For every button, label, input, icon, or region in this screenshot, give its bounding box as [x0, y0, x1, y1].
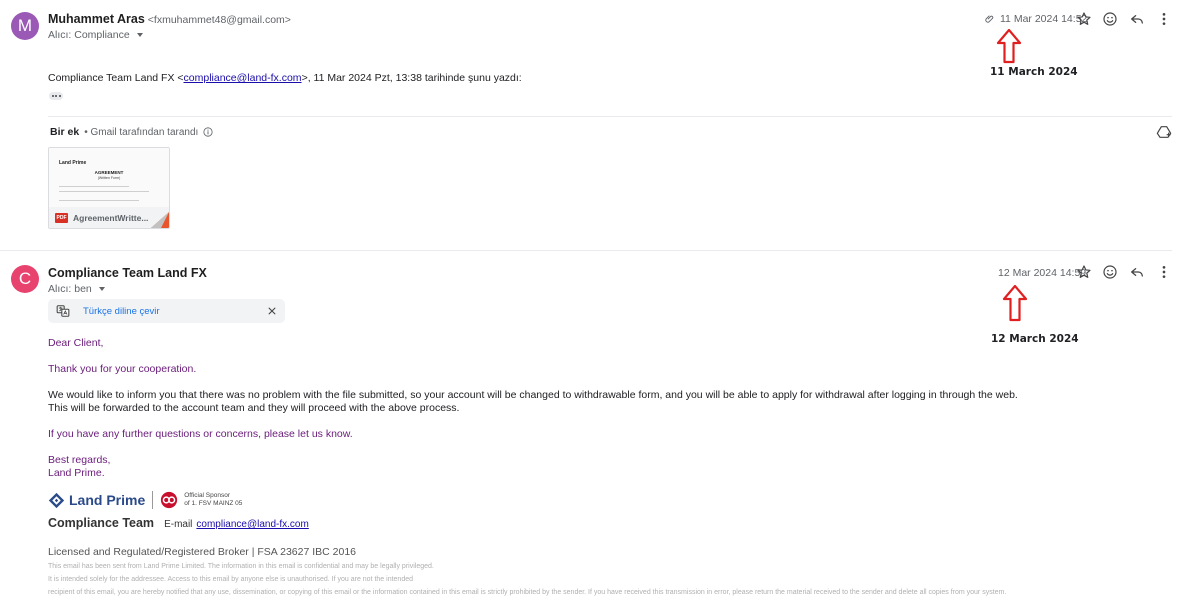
- star-icon[interactable]: [1074, 262, 1094, 282]
- recipient-line[interactable]: Alıcı: ben: [48, 283, 207, 295]
- sender-name[interactable]: Compliance Team Land FX: [48, 266, 207, 280]
- recipient-line[interactable]: Alıcı: Compliance: [48, 29, 291, 41]
- annotation-date-label: 12 March 2024: [991, 333, 1079, 345]
- logo-text: Land Prime: [69, 492, 146, 508]
- attachment-header: Bir ek • Gmail tarafından tarandı: [50, 126, 213, 138]
- land-prime-logo-icon: [48, 492, 65, 508]
- star-icon[interactable]: [1074, 9, 1094, 29]
- sender-email: <fxmuhammet48@gmail.com>: [147, 14, 291, 26]
- more-options-icon[interactable]: [1154, 262, 1174, 282]
- reply-icon[interactable]: [1127, 262, 1147, 282]
- licensed-line: Licensed and Regulated/Registered Broker…: [48, 546, 357, 558]
- sender-avatar[interactable]: C: [11, 265, 39, 293]
- translate-bar: Türkçe diline çevir: [48, 299, 285, 323]
- recipient-label: Alıcı: ben: [48, 283, 92, 295]
- show-trimmed-content-button[interactable]: [49, 92, 63, 100]
- mainz-05-crest-icon: [161, 491, 178, 509]
- signature-logo: Land Prime Official Sponsor of 1. FSV MA…: [48, 491, 242, 509]
- signature-email-link[interactable]: compliance@land-fx.com: [196, 519, 308, 530]
- sender-avatar[interactable]: M: [11, 12, 39, 40]
- message-date[interactable]: 12 Mar 2024 14:59: [998, 267, 1086, 279]
- message1-header: Muhammet Aras <fxmuhammet48@gmail.com> A…: [48, 12, 291, 41]
- chevron-down-icon[interactable]: [98, 287, 105, 291]
- body-paragraph-line2: This will be forwarded to the account te…: [48, 402, 460, 414]
- attachment-preview-title: AGREEMENT: [94, 170, 124, 175]
- chevron-down-icon[interactable]: [136, 33, 143, 37]
- paperclip-icon: [985, 15, 994, 23]
- attachment-count: Bir ek: [50, 126, 80, 138]
- regards-line: Best regards,: [48, 454, 111, 466]
- disclaimer-line2: It is intended solely for the addressee.…: [48, 576, 413, 583]
- emoji-reaction-icon[interactable]: [1100, 9, 1120, 29]
- annotation-arrow-up-icon: [1002, 284, 1028, 322]
- sponsor-line1: Official Sponsor: [184, 492, 231, 499]
- message-divider: [0, 250, 1172, 251]
- attachment-filename: AgreementWritte...: [73, 212, 149, 223]
- preview-line: [59, 186, 129, 187]
- pdf-corner-icon: [151, 212, 169, 228]
- thanks-line: Thank you for your cooperation.: [48, 363, 197, 375]
- translate-link[interactable]: Türkçe diline çevir: [83, 306, 160, 317]
- more-options-icon[interactable]: [1154, 9, 1174, 29]
- message1-meta: 11 Mar 2024 14:52: [984, 13, 1087, 25]
- message2-header: Compliance Team Land FX Alıcı: ben: [48, 266, 207, 295]
- preview-line: [59, 200, 139, 201]
- greeting: Dear Client,: [48, 337, 104, 349]
- pdf-icon: PDF: [55, 212, 68, 223]
- emoji-reaction-icon[interactable]: [1100, 262, 1120, 282]
- annotation-arrow-up-icon: [996, 28, 1022, 64]
- close-icon[interactable]: [267, 306, 277, 316]
- email-label: E-mail: [164, 519, 193, 530]
- sponsor-line2: of 1. FSV MAINZ 05: [184, 500, 243, 507]
- scan-note: • Gmail tarafından tarandı: [84, 126, 199, 138]
- reply-icon[interactable]: [1127, 9, 1147, 29]
- info-icon[interactable]: [203, 127, 213, 137]
- logo-divider: [152, 491, 154, 509]
- add-to-drive-icon[interactable]: [1154, 122, 1174, 142]
- questions-line: If you have any further questions or con…: [48, 428, 353, 440]
- team-label: Compliance Team: [48, 516, 155, 530]
- attachment-preview-brand: Land Prime: [59, 160, 87, 166]
- body-paragraph-line1: We would like to inform you that there w…: [48, 389, 1018, 401]
- disclaimer-line3: recipient of this email, you are hereby …: [48, 589, 1007, 596]
- attachment-preview-subtitle: (Written Form): [97, 176, 121, 180]
- annotation-date-label: 11 March 2024: [990, 66, 1078, 78]
- recipient-label: Alıcı: Compliance: [48, 29, 130, 41]
- translate-icon: [56, 305, 70, 317]
- signature-contact: Compliance Team E-mail compliance@land-f…: [48, 516, 309, 530]
- preview-line: [59, 191, 149, 192]
- sender-name[interactable]: Muhammet Aras: [48, 12, 145, 26]
- attachment-card[interactable]: Land Prime AGREEMENT (Written Form) PDF …: [48, 147, 170, 229]
- attachment-divider: [48, 116, 1172, 117]
- quoted-reply-header: Compliance Team Land FX <compliance@land…: [48, 72, 522, 84]
- signature-name: Land Prime.: [48, 467, 105, 479]
- disclaimer-line1: This email has been sent from Land Prime…: [48, 563, 434, 570]
- quoted-email-link[interactable]: compliance@land-fx.com: [184, 72, 302, 84]
